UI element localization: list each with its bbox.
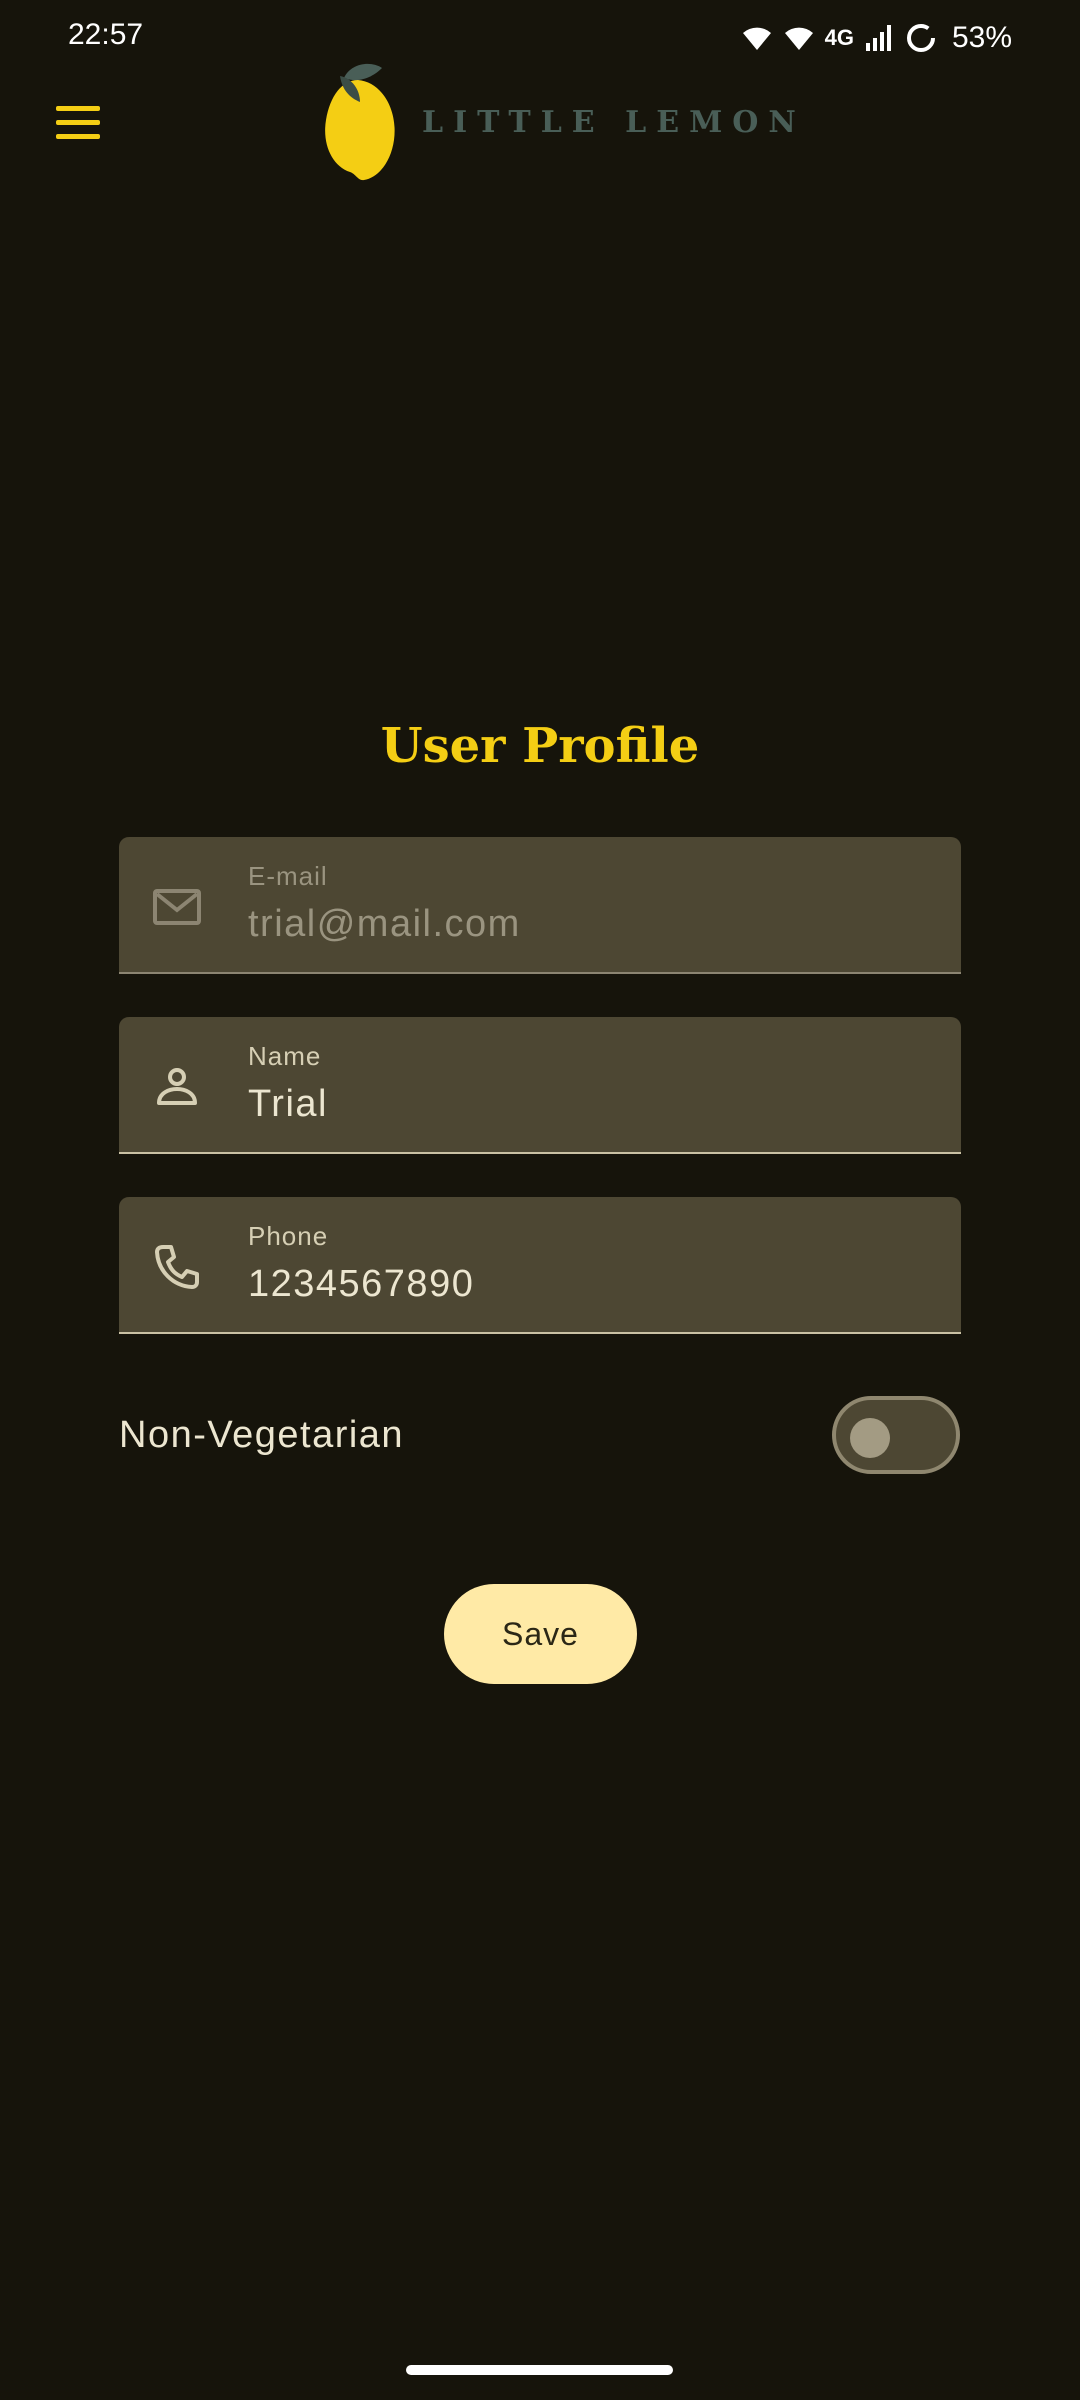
name-value: Trial <box>248 1083 328 1125</box>
email-label: E-mail <box>248 861 328 891</box>
network-type: 4G <box>824 25 854 50</box>
person-icon <box>157 1068 197 1105</box>
name-label: Name <box>248 1041 322 1071</box>
email-value: trial@mail.com <box>248 903 521 945</box>
app-logo: LITTLE LEMON <box>320 62 806 182</box>
wifi-icon <box>742 27 771 50</box>
user-profile-screen: 22:57 4G 53% LITTLE LEMON User Profile E… <box>0 0 1080 2400</box>
non-vegetarian-label: Non-Vegetarian <box>119 1414 405 1456</box>
gesture-navigation-bar[interactable] <box>406 2365 673 2375</box>
phone-icon <box>155 1245 199 1289</box>
page-title: User Profile <box>380 718 700 774</box>
mail-icon <box>153 889 201 925</box>
menu-button[interactable] <box>50 100 106 146</box>
email-field[interactable]: E-mail trial@mail.com <box>119 837 961 974</box>
hamburger-menu-icon-bar <box>56 120 100 125</box>
hamburger-menu-icon-bar <box>56 134 100 139</box>
non-vegetarian-toggle[interactable] <box>832 1396 960 1474</box>
logo-text: LITTLE LEMON <box>422 104 806 140</box>
signal-icon <box>865 25 891 51</box>
save-button[interactable]: Save <box>444 1584 637 1684</box>
name-field[interactable]: Name Trial <box>119 1017 961 1154</box>
status-icons: 4G 53% <box>741 18 1012 58</box>
toggle-knob <box>850 1418 890 1458</box>
phone-value: 1234567890 <box>248 1263 475 1305</box>
hamburger-menu-icon-bar <box>56 106 100 111</box>
wifi-icon <box>784 27 813 50</box>
status-time: 22:57 <box>68 18 144 51</box>
lemon-icon <box>325 63 395 181</box>
battery-level: 53% <box>951 21 1012 54</box>
battery-saver-icon <box>906 24 935 52</box>
phone-field[interactable]: Phone 1234567890 <box>119 1197 961 1334</box>
phone-label: Phone <box>248 1221 329 1251</box>
